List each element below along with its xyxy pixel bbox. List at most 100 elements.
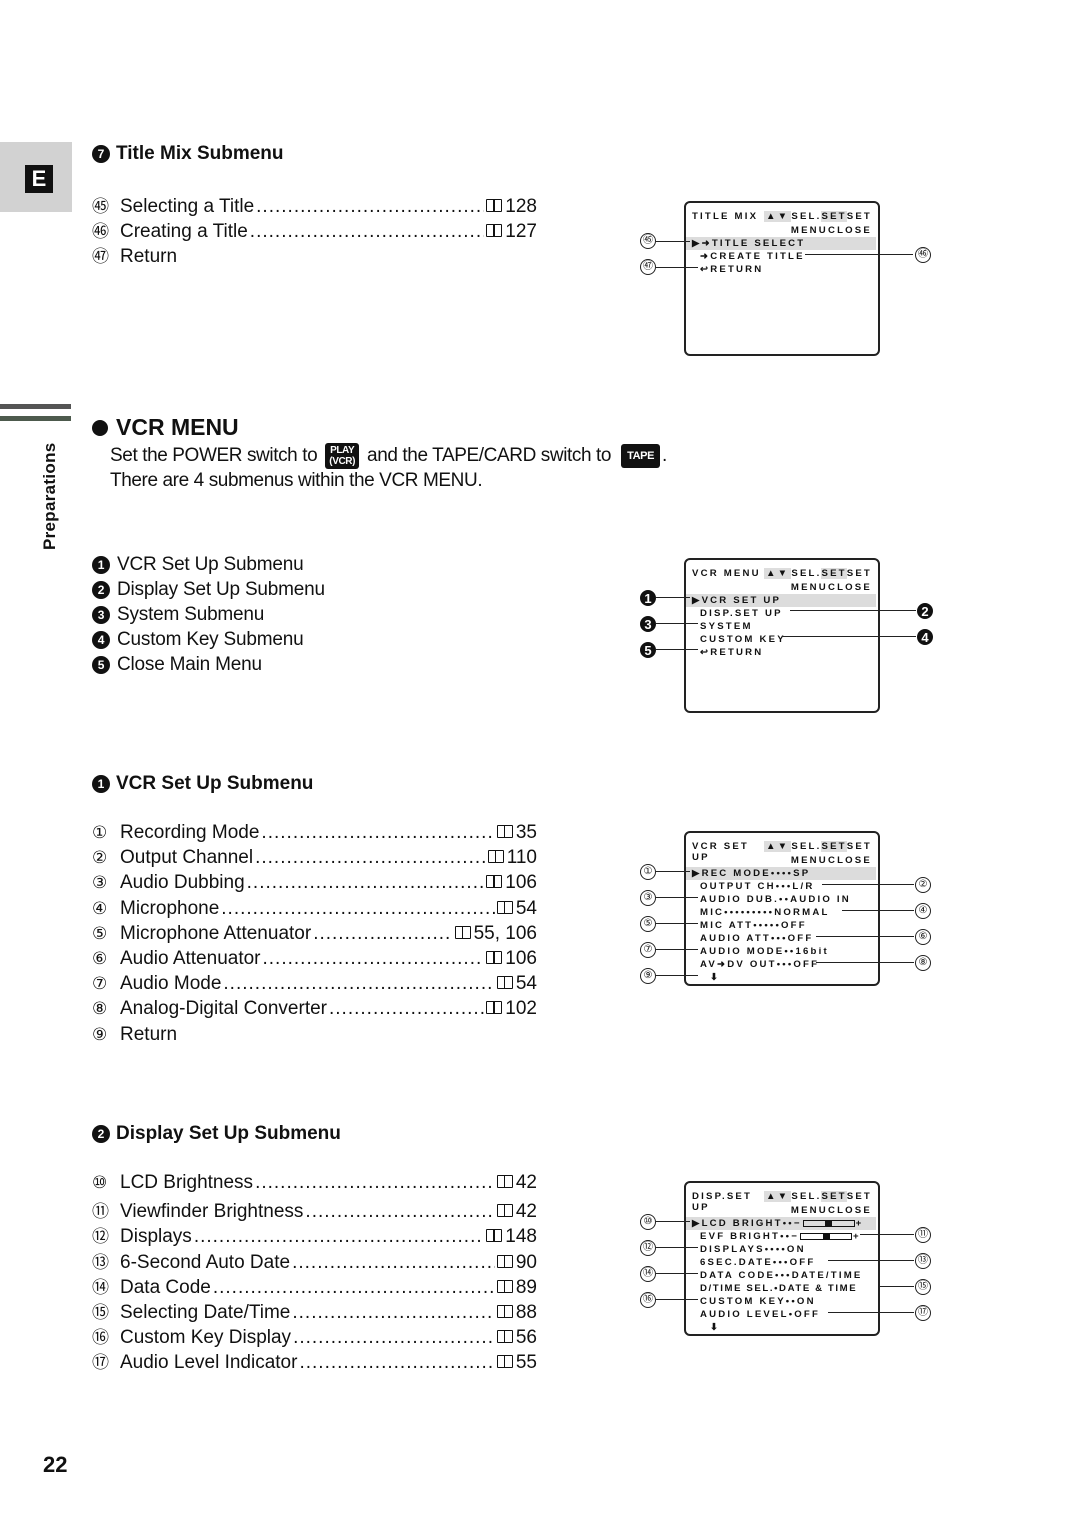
leader-line bbox=[656, 1247, 698, 1249]
toc-row[interactable]: ⑦ Audio Mode 54 bbox=[92, 973, 537, 998]
item-number: ② bbox=[92, 848, 108, 868]
book-icon bbox=[486, 950, 503, 964]
title-mix-heading: 7 Title Mix Submenu bbox=[92, 143, 284, 165]
screen-line: ▶REC MODE••••SP bbox=[686, 867, 876, 880]
screen-line: DATA CODE•••DATE/TIME bbox=[700, 1270, 863, 1281]
page-ref: 128 bbox=[505, 196, 537, 217]
badge-text: (VCR) bbox=[329, 456, 356, 467]
callout-marker: ③ bbox=[640, 890, 656, 906]
leader-dots bbox=[213, 1277, 495, 1299]
close-text: CLOSE bbox=[827, 855, 872, 866]
toc-row[interactable]: ⑪ Viewfinder Brightness 42 bbox=[92, 1197, 537, 1222]
heading-text: VCR MENU bbox=[116, 414, 239, 440]
leader-line bbox=[828, 1260, 914, 1262]
screen-nav-hint: ▲▼ SEL.SETSET bbox=[763, 841, 872, 855]
toc-row[interactable]: ⑥ Audio Attenuator 106 bbox=[92, 948, 537, 973]
list-item[interactable]: 1 VCR Set Up Submenu bbox=[92, 552, 325, 577]
screen-line: ▶LCD BRIGHT••− + bbox=[686, 1217, 876, 1230]
toc-row[interactable]: ③ Audio Dubbing 106 bbox=[92, 872, 537, 897]
screen-line: EVF BRIGHT••− + bbox=[686, 1230, 878, 1243]
item-number: ㊻ bbox=[92, 222, 109, 242]
callout-2: 2 bbox=[917, 603, 933, 619]
callout-marker: ⑩ bbox=[640, 1214, 656, 1230]
menu-key: MENU bbox=[790, 225, 828, 236]
list-item[interactable]: 4 Custom Key Submenu bbox=[92, 628, 325, 653]
toc-row[interactable]: ⑩ LCD Brightness 42 bbox=[92, 1172, 537, 1197]
screen-line: DISP.SET UP bbox=[700, 608, 783, 619]
toc-row[interactable]: ⑰ Audio Level Indicator 55 bbox=[92, 1348, 537, 1373]
page-ref: 127 bbox=[505, 221, 537, 243]
leader-dots bbox=[299, 1352, 494, 1374]
toc-row[interactable]: ⑤ Microphone Attenuator 55, 106 bbox=[92, 923, 537, 948]
section-divider-bar bbox=[0, 404, 71, 409]
section-divider-bar bbox=[0, 416, 71, 421]
item-label: Audio Dubbing bbox=[120, 872, 245, 894]
screen-nav-hint: ▲▼ SEL.SETSET bbox=[763, 211, 872, 225]
callout-5: 5 bbox=[640, 642, 656, 658]
book-icon bbox=[487, 850, 504, 864]
book-icon bbox=[496, 1254, 513, 1268]
sel-text: SEL. bbox=[791, 211, 822, 222]
callout-3: 3 bbox=[640, 616, 656, 632]
book-icon bbox=[486, 199, 503, 212]
book-icon bbox=[486, 224, 503, 238]
page-ref: 42 bbox=[515, 1201, 537, 1223]
screen-nav-hint: ▲▼ SEL.SETSET bbox=[763, 1191, 872, 1205]
leader-dots bbox=[223, 973, 494, 995]
callout-marker: ④ bbox=[915, 903, 931, 919]
toc-row[interactable]: ⑮ Selecting Date/Time 88 bbox=[92, 1298, 537, 1323]
menu-key: MENU bbox=[790, 1205, 828, 1216]
item-number: ⑤ bbox=[92, 923, 108, 943]
page-ref: 106 bbox=[505, 872, 537, 894]
screen-line: AUDIO ATT•••OFF bbox=[700, 933, 814, 944]
item-number-icon: 1 bbox=[92, 555, 110, 574]
toc-row[interactable]: ⑯ Custom Key Display 56 bbox=[92, 1323, 537, 1348]
list-item[interactable]: 3 System Submenu bbox=[92, 602, 325, 627]
leader-line bbox=[842, 910, 914, 912]
evf-bright-label: EVF BRIGHT••− bbox=[700, 1231, 800, 1242]
leader-dots bbox=[221, 898, 495, 920]
toc-row[interactable]: ⑫ Displays 148 bbox=[92, 1222, 537, 1247]
submenu-count-text: There are 4 submenus within the VCR MENU… bbox=[110, 470, 483, 491]
item-label: 6-Second Auto Date bbox=[120, 1251, 291, 1273]
vcr-menu-list: 1 VCR Set Up Submenu 2 Display Set Up Subm… bbox=[92, 552, 325, 678]
screen-line: AUDIO MODE••16bit bbox=[700, 946, 829, 957]
toc-row[interactable]: ⑧ Analog-Digital Converter 102 bbox=[92, 998, 537, 1023]
toc-row[interactable]: ㊻ Creating a Title 127 bbox=[92, 217, 537, 242]
item-label: Custom Key Submenu bbox=[117, 629, 304, 651]
callout-marker: ⑥ bbox=[915, 929, 931, 945]
page-ref: 89 bbox=[515, 1276, 537, 1298]
section-label: Preparations bbox=[40, 442, 59, 550]
toc-row[interactable]: ④ Microphone 54 bbox=[92, 898, 537, 923]
item-number-icon: 2 bbox=[92, 580, 110, 599]
book-icon bbox=[496, 825, 513, 838]
toc-row[interactable]: ⑭ Data Code 89 bbox=[92, 1273, 537, 1298]
list-item[interactable]: 5 Close Main Menu bbox=[92, 653, 325, 678]
menu-close-hint: MENUCLOSE bbox=[686, 582, 878, 594]
toc-row[interactable]: ㊼ Return bbox=[92, 242, 537, 267]
period: . bbox=[662, 445, 667, 467]
page-ref: 106 bbox=[505, 947, 537, 969]
set-key: SET bbox=[821, 211, 847, 222]
toc-row[interactable]: ① Recording Mode 35 bbox=[92, 822, 537, 847]
page-ref: 102 bbox=[505, 998, 537, 1020]
leader-line bbox=[656, 623, 698, 625]
item-number: ⑯ bbox=[92, 1328, 109, 1348]
item-label: Return bbox=[120, 1023, 178, 1045]
page-ref: 55 bbox=[515, 1352, 537, 1374]
nav-arrows-icon: ▲▼ bbox=[763, 568, 792, 579]
item-number-icon: 3 bbox=[92, 605, 110, 624]
list-item[interactable]: 2 Display Set Up Submenu bbox=[92, 577, 325, 602]
bullet-icon bbox=[92, 419, 108, 436]
callout-marker: ⑦ bbox=[640, 942, 656, 958]
item-label: Viewfinder Brightness bbox=[120, 1201, 304, 1223]
screen-title: VCR MENU bbox=[692, 568, 761, 579]
toc-row[interactable]: ⑬ 6-Second Auto Date 90 bbox=[92, 1248, 537, 1273]
leader-dots bbox=[305, 1201, 494, 1223]
scroll-down-icon: ⬇ bbox=[710, 972, 721, 983]
screen-line: MIC•••••••••NORMAL bbox=[700, 907, 830, 918]
toc-row[interactable]: ⑨ Return bbox=[92, 1024, 537, 1049]
page-ref: 54 bbox=[515, 973, 537, 995]
toc-row[interactable]: ㊺ Selecting a Title 128 bbox=[92, 192, 537, 217]
toc-row[interactable]: ② Output Channel 110 bbox=[92, 847, 537, 872]
